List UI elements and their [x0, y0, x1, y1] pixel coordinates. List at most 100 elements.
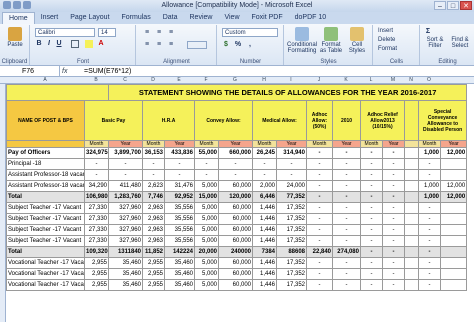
- table-cell[interactable]: 2,963: [142, 202, 165, 214]
- table-cell[interactable]: 60,000: [218, 224, 253, 236]
- table-cell[interactable]: 12,000: [439, 147, 468, 159]
- table-cell[interactable]: 2,955: [84, 268, 109, 280]
- table-cell[interactable]: 35,460: [164, 268, 195, 280]
- sub-header-month[interactable]: Month: [306, 140, 333, 148]
- table-cell[interactable]: 17,352: [276, 224, 307, 236]
- table-cell[interactable]: 24,000: [276, 180, 307, 192]
- table-cell[interactable]: 60,000: [218, 257, 253, 269]
- close-button[interactable]: ✕: [460, 1, 472, 10]
- table-cell[interactable]: -: [306, 268, 333, 280]
- table-cell[interactable]: 35,460: [164, 279, 195, 291]
- table-cell[interactable]: -: [194, 158, 219, 170]
- table-cell[interactable]: 2,955: [142, 279, 165, 291]
- sub-header-year[interactable]: Year: [382, 140, 405, 148]
- table-cell[interactable]: 22,840: [306, 246, 333, 258]
- table-cell[interactable]: -: [382, 202, 405, 214]
- table-cell[interactable]: 2,955: [142, 268, 165, 280]
- row-label[interactable]: Subject Teacher -17 Vacant: [6, 235, 85, 247]
- table-cell[interactable]: 327,960: [108, 235, 143, 247]
- table-cell[interactable]: -: [142, 158, 165, 170]
- table-cell[interactable]: 1,446: [252, 268, 277, 280]
- row-label[interactable]: Vocational Teacher -17 Vacant: [6, 279, 85, 291]
- font-name-select[interactable]: Calibri: [35, 28, 95, 37]
- find-select-button[interactable]: Find & Select: [448, 37, 472, 49]
- table-cell[interactable]: 15,000: [194, 191, 219, 203]
- align-left-icon[interactable]: ≡: [143, 41, 151, 49]
- table-cell[interactable]: 1,446: [252, 202, 277, 214]
- table-cell[interactable]: 5,000: [194, 257, 219, 269]
- table-cell[interactable]: -: [306, 158, 333, 170]
- table-cell[interactable]: -: [332, 213, 361, 225]
- table-cell[interactable]: -: [360, 235, 383, 247]
- table-cell[interactable]: 1,000: [418, 180, 441, 192]
- table-cell[interactable]: -: [418, 257, 441, 269]
- table-cell[interactable]: 17,352: [276, 279, 307, 291]
- table-cell[interactable]: [439, 257, 468, 269]
- row-label[interactable]: Subject Teacher -17 Vacant: [6, 202, 85, 214]
- sub-header-year[interactable]: Year: [164, 140, 195, 148]
- table-cell[interactable]: -: [332, 202, 361, 214]
- table-cell[interactable]: [439, 224, 468, 236]
- table-cell[interactable]: [404, 147, 419, 159]
- tab-view[interactable]: View: [218, 12, 245, 24]
- table-cell[interactable]: -: [382, 169, 405, 181]
- table-cell[interactable]: 5,000: [194, 180, 219, 192]
- table-cell[interactable]: -: [382, 246, 405, 258]
- table-cell[interactable]: 35,556: [164, 213, 195, 225]
- column-header[interactable]: A: [6, 77, 84, 83]
- table-cell[interactable]: 35,556: [164, 224, 195, 236]
- table-cell[interactable]: -: [306, 191, 333, 203]
- table-cell[interactable]: 433,836: [164, 147, 195, 159]
- table-cell[interactable]: -: [382, 158, 405, 170]
- table-cell[interactable]: [439, 279, 468, 291]
- sheet-title[interactable]: STATEMENT SHOWING THE DETAILS OF ALLOWAN…: [107, 84, 468, 101]
- table-cell[interactable]: 1311840: [108, 246, 143, 258]
- borders-icon[interactable]: [71, 40, 79, 48]
- table-cell[interactable]: 5,000: [194, 235, 219, 247]
- table-cell[interactable]: 324,975: [84, 147, 109, 159]
- table-cell[interactable]: 2,963: [142, 235, 165, 247]
- font-color-icon[interactable]: A: [97, 40, 105, 48]
- table-cell[interactable]: [404, 191, 419, 203]
- table-cell[interactable]: 3,899,700: [108, 147, 143, 159]
- table-cell[interactable]: 12,000: [439, 191, 468, 203]
- table-cell[interactable]: [404, 268, 419, 280]
- table-cell[interactable]: -: [332, 147, 361, 159]
- column-header[interactable]: F: [194, 77, 218, 83]
- table-cell[interactable]: 240000: [218, 246, 253, 258]
- table-cell[interactable]: -: [360, 224, 383, 236]
- table-cell[interactable]: [439, 246, 468, 258]
- table-cell[interactable]: -: [360, 213, 383, 225]
- table-cell[interactable]: -: [218, 158, 253, 170]
- table-cell[interactable]: -: [382, 235, 405, 247]
- sub-header-year[interactable]: Year: [218, 140, 253, 148]
- table-cell[interactable]: [404, 246, 419, 258]
- table-cell[interactable]: 31,476: [164, 180, 195, 192]
- table-cell[interactable]: -: [108, 158, 143, 170]
- fx-icon[interactable]: fx: [62, 66, 82, 77]
- cell-styles-button[interactable]: Cell Styles: [345, 27, 369, 54]
- header-basic-pay[interactable]: Basic Pay: [84, 100, 143, 141]
- row-label[interactable]: Pay of Officers: [6, 147, 85, 159]
- table-cell[interactable]: -: [194, 169, 219, 181]
- table-cell[interactable]: -: [360, 246, 383, 258]
- table-cell[interactable]: 17,352: [276, 235, 307, 247]
- table-cell[interactable]: -: [252, 169, 277, 181]
- table-cell[interactable]: 26,245: [252, 147, 277, 159]
- table-cell[interactable]: 1,446: [252, 257, 277, 269]
- table-cell[interactable]: 314,940: [276, 147, 307, 159]
- table-cell[interactable]: 1,446: [252, 279, 277, 291]
- format-cells-button[interactable]: Format: [378, 46, 397, 52]
- table-cell[interactable]: 27,330: [84, 202, 109, 214]
- header-adhoc[interactable]: Adhoc Allow: (50%): [306, 100, 333, 141]
- sub-header-blank[interactable]: [404, 140, 419, 148]
- column-header[interactable]: M: [382, 77, 404, 83]
- table-cell[interactable]: [404, 202, 419, 214]
- table-cell[interactable]: 60,000: [218, 202, 253, 214]
- fill-color-icon[interactable]: [85, 40, 93, 48]
- table-cell[interactable]: -: [84, 158, 109, 170]
- table-cell[interactable]: -: [84, 169, 109, 181]
- currency-icon[interactable]: $: [222, 41, 230, 49]
- table-cell[interactable]: 27,330: [84, 224, 109, 236]
- table-cell[interactable]: 60,000: [218, 235, 253, 247]
